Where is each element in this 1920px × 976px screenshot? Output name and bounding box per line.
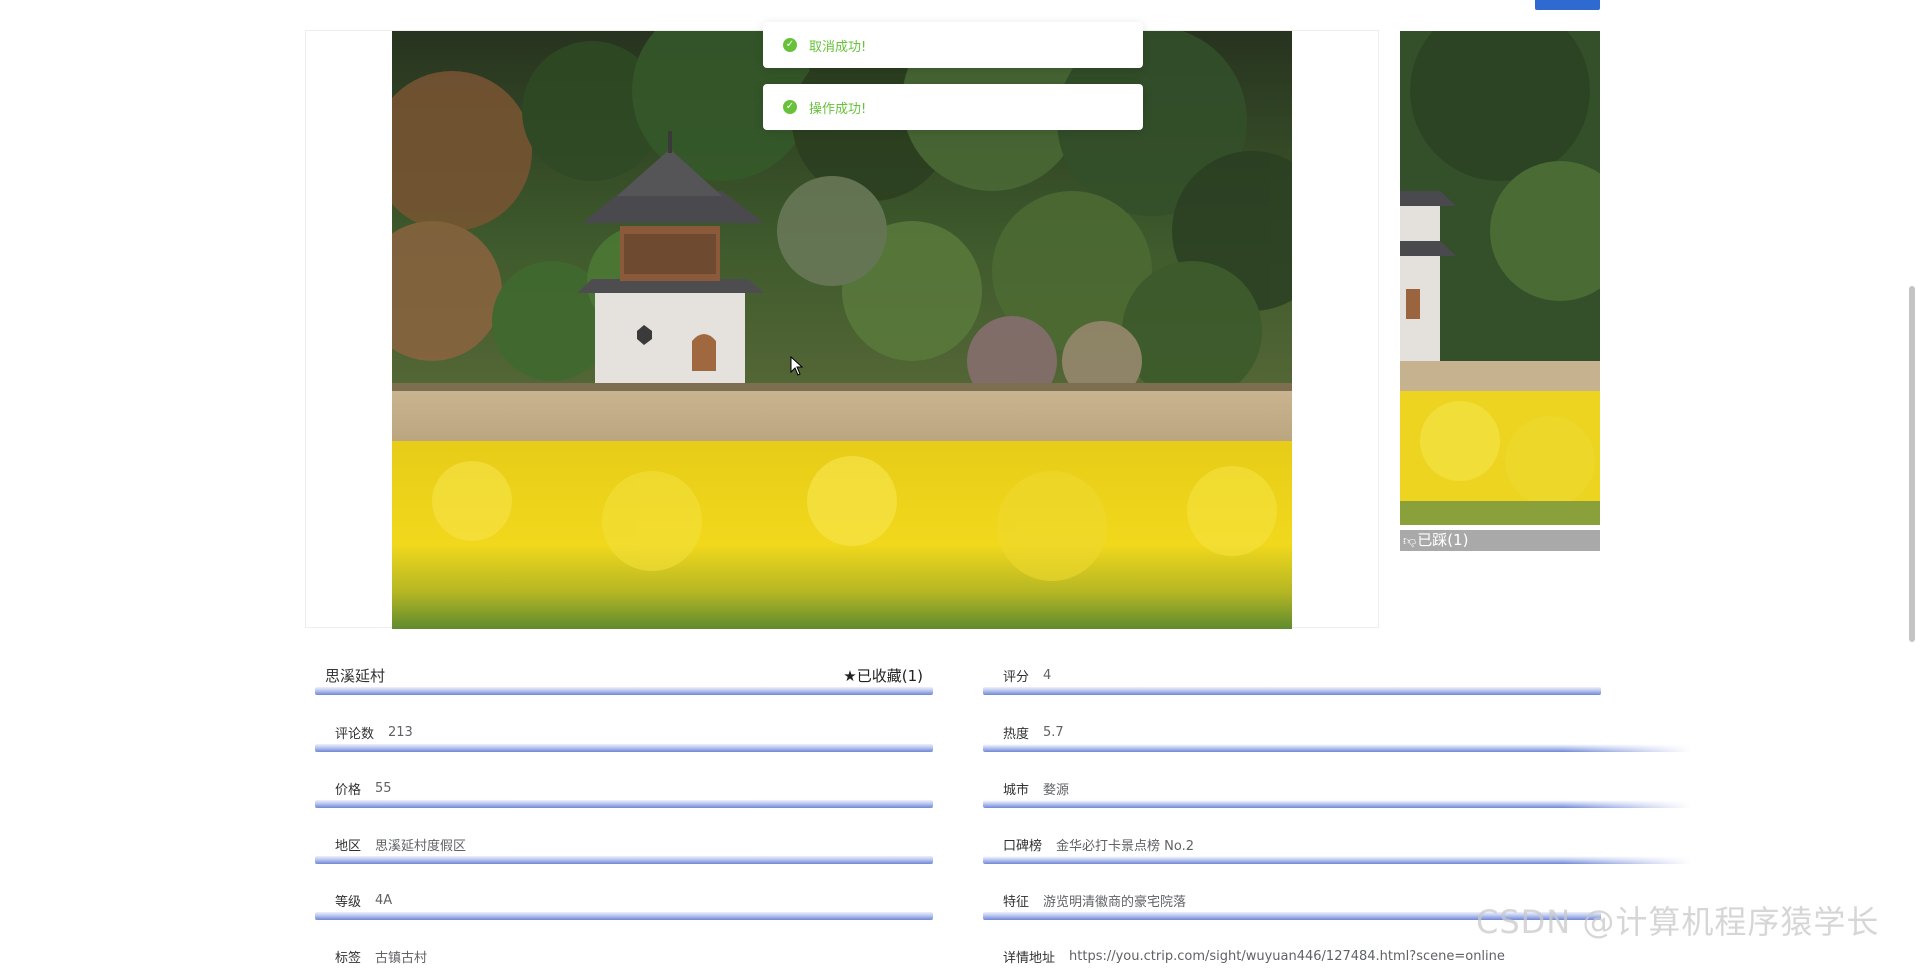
thumbnail-caption-text: 已踩(1) (1417, 531, 1469, 549)
info-label: 城市 (1003, 782, 1030, 798)
info-value: 思溪延村度假区 (375, 838, 467, 854)
row-underline (315, 856, 933, 864)
info-row-review-count: 评论数 213 (315, 712, 933, 752)
detail-url-link[interactable]: https://you.ctrip.com/sight/wuyuan446/12… (1069, 949, 1505, 964)
info-label: 特征 (1003, 894, 1030, 910)
info-value: 213 (388, 724, 413, 740)
toast-operation-success: ✓ 操作成功! (763, 84, 1143, 130)
info-label: 标签 (335, 950, 362, 966)
info-label: 价格 (335, 782, 362, 798)
row-underline (315, 800, 933, 808)
info-label: 详情地址 (1003, 950, 1056, 966)
info-value: 金华必打卡景点榜 No.2 (1056, 838, 1195, 854)
thumbnail-caption[interactable]: 👎︎已踩(1) (1400, 530, 1600, 551)
top-corner-button[interactable] (1535, 0, 1600, 10)
check-circle-icon: ✓ (783, 100, 797, 114)
info-value: 古镇古村 (375, 950, 428, 966)
scenic-thumbnail[interactable] (1400, 31, 1600, 525)
toast-cancel-success: ✓ 取消成功! (763, 22, 1143, 68)
info-label: 等级 (335, 894, 362, 910)
info-row-grade: 等级 4A (315, 880, 933, 920)
favorite-button[interactable]: ★已收藏(1) (843, 665, 923, 686)
favorite-label: 已收藏(1) (856, 666, 923, 685)
info-row-ranking: 口碑榜 金华必打卡景点榜 No.2 (983, 824, 1691, 864)
row-underline (315, 912, 933, 920)
info-value: 婺源 (1043, 782, 1070, 798)
info-value: 5.7 (1043, 724, 1064, 740)
info-value: 55 (375, 780, 392, 796)
info-value: 4A (375, 892, 393, 908)
info-value: 游览明清徽商的豪宅院落 (1043, 894, 1187, 910)
page-scrollbar[interactable] (1909, 286, 1915, 642)
row-underline (315, 687, 933, 695)
info-row-region: 地区 思溪延村度假区 (315, 824, 933, 864)
info-row-tags: 标签 古镇古村 (315, 936, 933, 976)
mouse-cursor-icon (790, 356, 804, 376)
info-row-rating: 评分 4 (983, 655, 1601, 695)
info-label: 评分 (1003, 669, 1030, 685)
toast-text: 操作成功! (809, 101, 867, 117)
row-underline (983, 687, 1601, 695)
watermark: CSDN @计算机程序猿学长 (1476, 903, 1880, 941)
attraction-name-row: 思溪延村 ★已收藏(1) (315, 655, 933, 695)
info-label: 地区 (335, 838, 362, 854)
row-underline (983, 856, 1691, 864)
info-value: 4 (1043, 667, 1052, 683)
attraction-name: 思溪延村 (325, 666, 386, 685)
star-icon: ★ (843, 666, 857, 685)
row-underline (983, 800, 1691, 808)
thumb-down-icon: 👎︎ (1403, 534, 1417, 549)
info-row-city: 城市 婺源 (983, 768, 1691, 808)
info-row-price: 价格 55 (315, 768, 933, 808)
info-label: 评论数 (335, 726, 375, 742)
check-circle-icon: ✓ (783, 38, 797, 52)
row-underline (315, 744, 933, 752)
info-row-heat: 热度 5.7 (983, 712, 1691, 752)
row-underline (983, 744, 1691, 752)
info-label: 口碑榜 (1003, 838, 1043, 854)
info-label: 热度 (1003, 726, 1030, 742)
toast-text: 取消成功! (809, 39, 867, 55)
